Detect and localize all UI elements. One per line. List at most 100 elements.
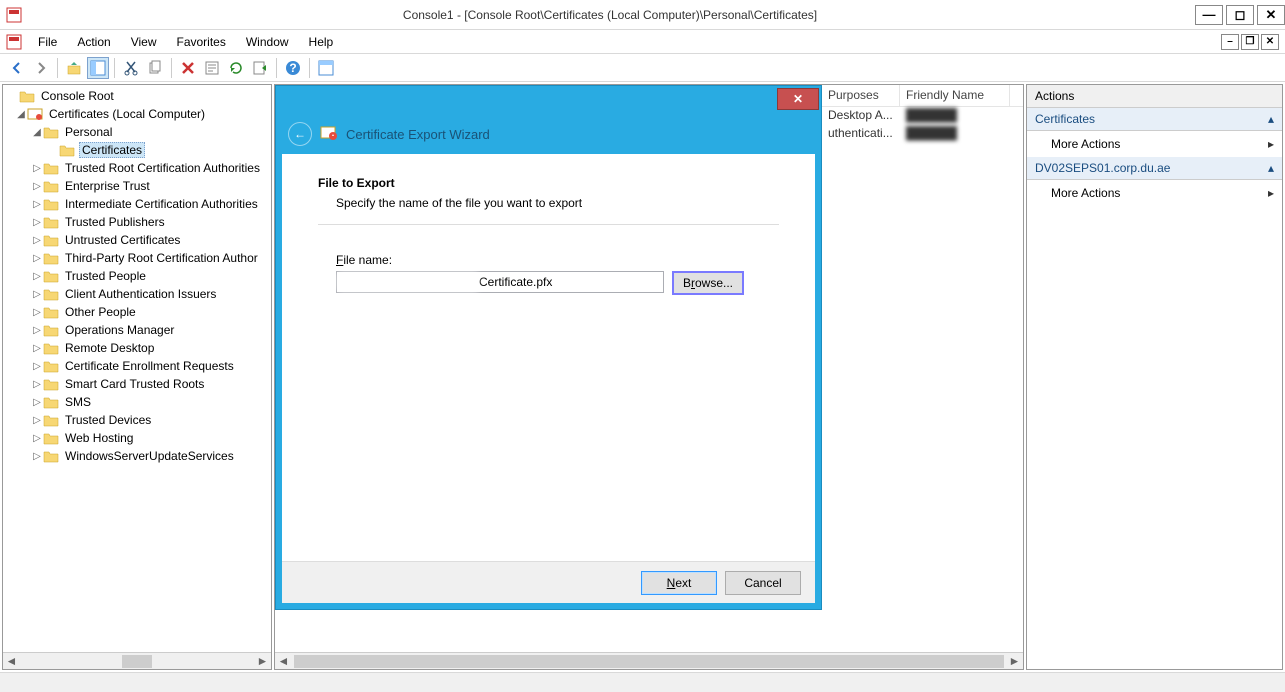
properties-button[interactable]: [201, 57, 223, 79]
table-row[interactable]: Desktop A...██████: [822, 107, 1023, 125]
copy-button[interactable]: [144, 57, 166, 79]
divider: [318, 224, 779, 225]
folder-icon: [43, 323, 59, 337]
wizard-title: Certificate Export Wizard: [346, 127, 490, 142]
tree-item[interactable]: ▷WindowsServerUpdateServices: [3, 447, 271, 465]
wizard-back-button[interactable]: ←: [288, 122, 312, 146]
actions-panel: Actions Certificates ▴ More Actions ▸ DV…: [1026, 84, 1283, 670]
actions-header: Actions: [1027, 85, 1282, 108]
mdi-minimize[interactable]: –: [1221, 34, 1239, 50]
folder-icon: [43, 395, 59, 409]
tree-item-label: Intermediate Certification Authorities: [63, 197, 260, 211]
tree-item-label: Third-Party Root Certification Author: [63, 251, 260, 265]
tree-item[interactable]: ▷Trusted Devices: [3, 411, 271, 429]
tree-item[interactable]: ▷Client Authentication Issuers: [3, 285, 271, 303]
tree-item[interactable]: ▷Enterprise Trust: [3, 177, 271, 195]
mdi-close[interactable]: ✕: [1261, 34, 1279, 50]
menu-window[interactable]: Window: [236, 32, 299, 52]
cut-button[interactable]: [120, 57, 142, 79]
certificate-icon: [320, 125, 338, 143]
menu-favorites[interactable]: Favorites: [167, 32, 236, 52]
tree-item[interactable]: ▷Remote Desktop: [3, 339, 271, 357]
minimize-button[interactable]: —: [1195, 5, 1223, 25]
chevron-right-icon: ▸: [1268, 186, 1274, 200]
collapse-icon: ▴: [1268, 161, 1274, 175]
tree-item-label: Smart Card Trusted Roots: [63, 377, 206, 391]
tree-item[interactable]: ▷Third-Party Root Certification Author: [3, 249, 271, 267]
folder-icon: [43, 305, 59, 319]
tree-item[interactable]: ▷Smart Card Trusted Roots: [3, 375, 271, 393]
collapse-icon: ▴: [1268, 112, 1274, 126]
svg-text:?: ?: [289, 61, 296, 75]
tree-item-label: Trusted Devices: [63, 413, 153, 427]
tree-item[interactable]: ▷Trusted Root Certification Authorities: [3, 159, 271, 177]
tree-item[interactable]: ▷Trusted People: [3, 267, 271, 285]
tree-item-label: Trusted Publishers: [63, 215, 167, 229]
export-button[interactable]: [249, 57, 271, 79]
mmc-app-icon: [6, 7, 22, 23]
window-titlebar: Console1 - [Console Root\Certificates (L…: [0, 0, 1285, 30]
folder-icon: [43, 359, 59, 373]
menu-file[interactable]: File: [28, 32, 67, 52]
table-row[interactable]: uthenticati...██████: [822, 125, 1023, 143]
more-actions-certificates[interactable]: More Actions ▸: [1027, 131, 1282, 157]
tree-item[interactable]: ▷Untrusted Certificates: [3, 231, 271, 249]
folder-icon: [43, 341, 59, 355]
tree-item[interactable]: ▷Other People: [3, 303, 271, 321]
next-button[interactable]: Next: [641, 571, 717, 595]
tree-item-label: Trusted People: [63, 269, 148, 283]
action-item-label: More Actions: [1051, 137, 1120, 151]
col-friendly[interactable]: Friendly Name: [900, 85, 1010, 106]
wizard-subtitle: Specify the name of the file you want to…: [336, 196, 779, 210]
menu-view[interactable]: View: [121, 32, 167, 52]
actions-section-label: Certificates: [1035, 112, 1095, 126]
cell-friendly: ██████: [900, 107, 1010, 125]
tree-item[interactable]: ▷Operations Manager: [3, 321, 271, 339]
wizard-heading: File to Export: [318, 176, 779, 190]
back-button[interactable]: [6, 57, 28, 79]
tree-item[interactable]: ▷SMS: [3, 393, 271, 411]
menu-help[interactable]: Help: [299, 32, 344, 52]
mmc-doc-icon: [6, 34, 22, 50]
folder-icon: [43, 431, 59, 445]
maximize-button[interactable]: ◻: [1226, 5, 1254, 25]
show-tree-button[interactable]: [87, 57, 109, 79]
tree-certificates[interactable]: Certificates: [3, 141, 271, 159]
folder-icon: [43, 215, 59, 229]
forward-button[interactable]: [30, 57, 52, 79]
refresh-button[interactable]: [225, 57, 247, 79]
tree-item-label: Web Hosting: [63, 431, 135, 445]
folder-icon: [59, 143, 75, 157]
tree-root[interactable]: Console Root: [3, 87, 271, 105]
tree-certs-local[interactable]: ◢ Certificates (Local Computer): [3, 105, 271, 123]
tree-certs-local-label: Certificates (Local Computer): [47, 107, 207, 121]
view-options-button[interactable]: [315, 57, 337, 79]
tree-panel: Console Root ◢ Certificates (Local Compu…: [2, 84, 272, 670]
folder-icon: [43, 287, 59, 301]
tree-item[interactable]: ▷Certificate Enrollment Requests: [3, 357, 271, 375]
col-purposes[interactable]: Purposes: [822, 85, 900, 106]
toolbar: ?: [0, 54, 1285, 82]
more-actions-server[interactable]: More Actions ▸: [1027, 180, 1282, 206]
folder-icon: [43, 161, 59, 175]
list-horizontal-scrollbar[interactable]: ◄►: [275, 652, 1023, 669]
wizard-close-button[interactable]: ✕: [777, 88, 819, 110]
folder-icon: [43, 377, 59, 391]
up-button[interactable]: [63, 57, 85, 79]
tree-personal[interactable]: ◢ Personal: [3, 123, 271, 141]
close-button[interactable]: ✕: [1257, 5, 1285, 25]
tree-item[interactable]: ▷Intermediate Certification Authorities: [3, 195, 271, 213]
help-button[interactable]: ?: [282, 57, 304, 79]
actions-section-certificates[interactable]: Certificates ▴: [1027, 108, 1282, 131]
list-panel: Purposes Friendly Name Desktop A...█████…: [274, 84, 1024, 670]
status-bar: [0, 672, 1285, 692]
tree-item[interactable]: ▷Web Hosting: [3, 429, 271, 447]
delete-button[interactable]: [177, 57, 199, 79]
tree-item[interactable]: ▷Trusted Publishers: [3, 213, 271, 231]
mdi-restore[interactable]: ❐: [1241, 34, 1259, 50]
menu-action[interactable]: Action: [67, 32, 120, 52]
actions-section-server[interactable]: DV02SEPS01.corp.du.ae ▴: [1027, 157, 1282, 180]
browse-button[interactable]: Browse...: [672, 271, 744, 295]
tree-horizontal-scrollbar[interactable]: ◄►: [3, 652, 271, 669]
cancel-button[interactable]: Cancel: [725, 571, 801, 595]
